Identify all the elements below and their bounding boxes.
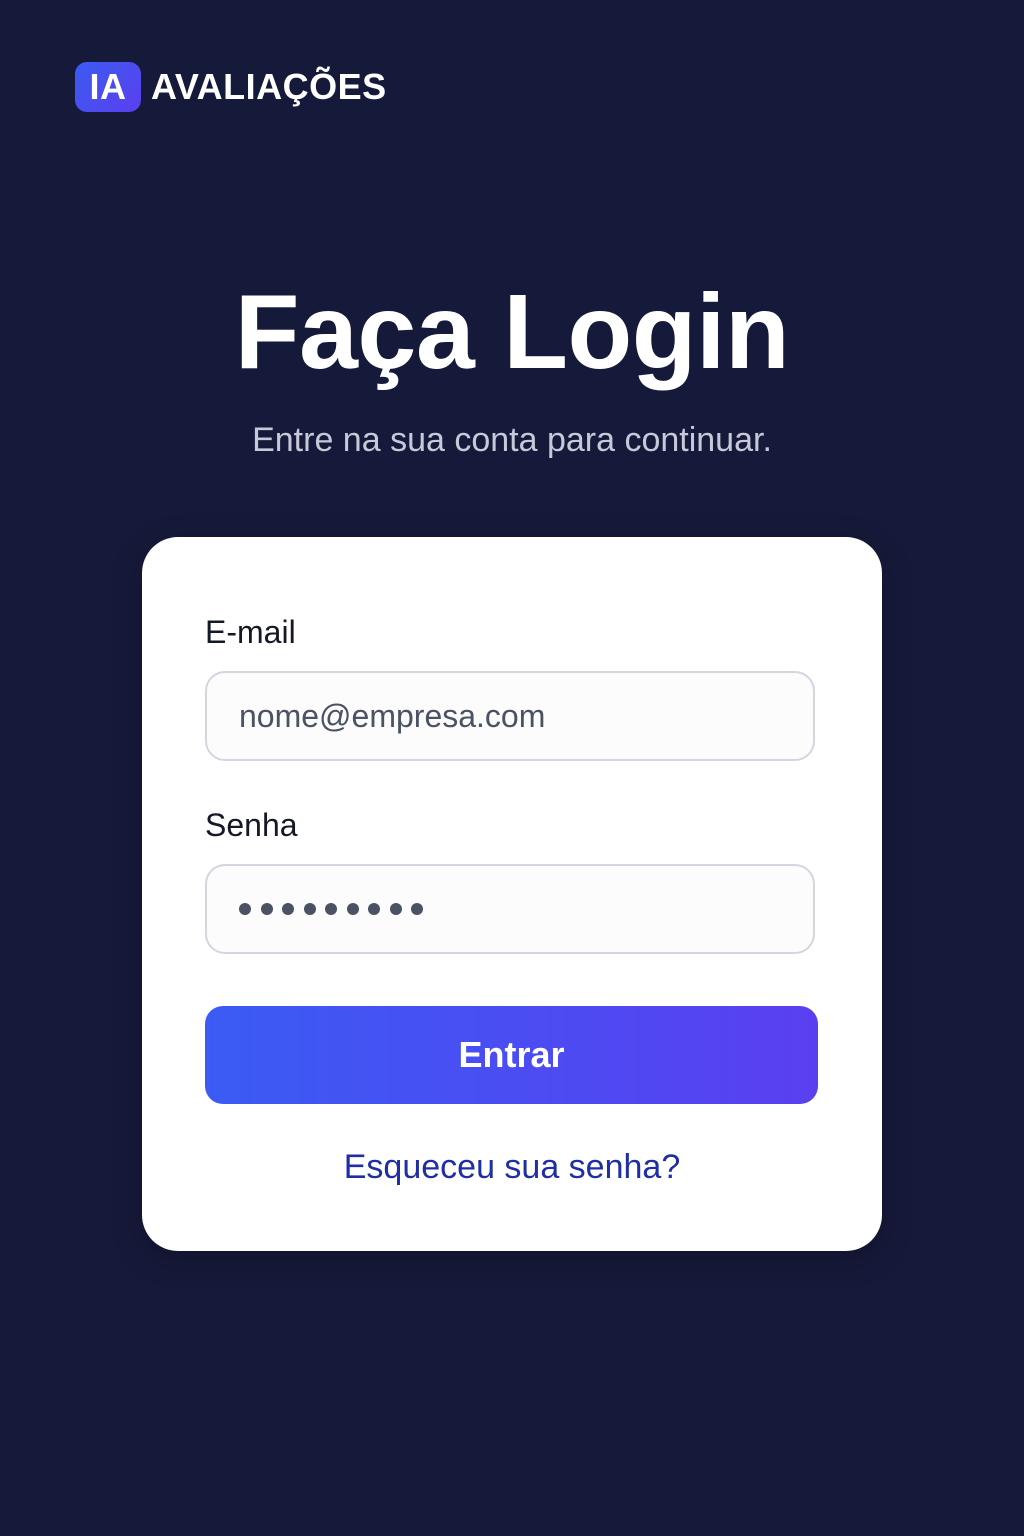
password-dot — [368, 903, 380, 915]
email-field[interactable]: nome@empresa.com — [205, 671, 815, 761]
password-dot — [303, 903, 316, 915]
forgot-password-link[interactable]: Esqueceu sua senha? — [142, 1145, 882, 1189]
brand-name: AVALIAÇÕES — [151, 66, 387, 107]
password-dot — [325, 903, 337, 915]
password-dot — [411, 903, 423, 915]
email-label: E-mail — [205, 614, 296, 650]
password-dot — [282, 903, 294, 915]
password-dot — [239, 903, 251, 915]
page-subtitle: Entre na sua conta para continuar. — [252, 421, 772, 459]
password-label: Senha — [205, 807, 298, 843]
password-field[interactable] — [205, 864, 815, 954]
login-card: E-mail nome@empresa.com Senha Entrar Esq… — [142, 537, 882, 1251]
password-dot — [260, 903, 273, 915]
brand-logo: IA AVALIAÇÕES — [75, 62, 387, 112]
page-title: Faça Login — [234, 273, 790, 391]
email-value: nome@empresa.com — [239, 697, 546, 734]
brand-badge: IA — [75, 62, 141, 112]
password-dot — [346, 903, 359, 915]
password-dot — [389, 903, 402, 915]
login-button[interactable]: Entrar — [205, 1006, 818, 1104]
password-mask — [239, 903, 433, 915]
